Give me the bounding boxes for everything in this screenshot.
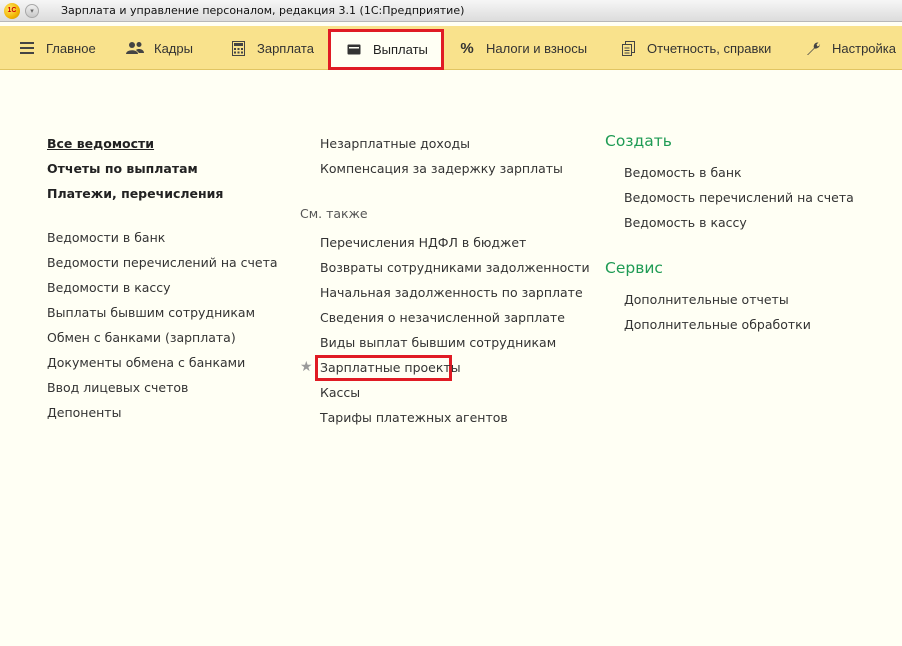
section-tab-main[interactable]: Главное [18,26,96,70]
section-tab-label: Налоги и взносы [486,40,588,56]
section-tab-label: Выплаты [373,42,428,57]
percent-icon: % [460,39,474,57]
section-tab-salary[interactable]: Зарплата [229,26,314,70]
mid-link-debt-returns[interactable]: Возвраты сотрудниками задолженности [320,260,590,275]
section-tab-label: Отчетность, справки [647,40,772,56]
create-section-title: Создать [605,132,672,150]
mid-link-salary-projects[interactable]: Зарплатные проекты [320,360,461,375]
hamburger-icon [18,39,36,57]
people-icon [126,39,144,57]
section-tab-taxes[interactable]: % Налоги и взносы [458,26,587,70]
see-also-label: См. также [300,206,368,221]
left-link-deponents[interactable]: Депоненты [47,405,121,420]
mid-link-agent-tariffs[interactable]: Тарифы платежных агентов [320,410,508,425]
payment-reports-link[interactable]: Отчеты по выплатам [47,161,198,176]
calculator-icon [229,39,247,57]
documents-icon [619,39,637,57]
mid-link-delay-compensation[interactable]: Компенсация за задержку зарплаты [320,161,563,176]
create-link-transfer-statement[interactable]: Ведомость перечислений на счета [624,190,854,205]
service-link-extra-processing[interactable]: Дополнительные обработки [624,317,811,332]
all-statements-link[interactable]: Все ведомости [47,136,154,151]
create-link-bank-statement[interactable]: Ведомость в банк [624,165,742,180]
wrench-icon [804,39,822,57]
mid-link-uncredited-salary[interactable]: Сведения о незачисленной зарплате [320,310,565,325]
payments-transfers-link[interactable]: Платежи, перечисления [47,186,223,201]
mid-link-cash-desks[interactable]: Кассы [320,385,360,400]
left-link-account-transfers[interactable]: Ведомости перечислений на счета [47,255,278,270]
window-title: Зарплата и управление персоналом, редакц… [61,4,465,17]
wallet-icon [345,44,363,55]
mid-link-nonsalary-income[interactable]: Незарплатные доходы [320,136,470,151]
favorite-star-icon[interactable]: ★ [300,358,313,375]
section-tab-label: Настройка [832,40,896,56]
mid-link-initial-debt[interactable]: Начальная задолженность по зарплате [320,285,583,300]
section-tab-label: Кадры [154,40,193,56]
left-link-cash-statements[interactable]: Ведомости в кассу [47,280,171,295]
title-bar: 1С ▾ Зарплата и управление персоналом, р… [0,0,902,22]
section-tab-payments[interactable]: Выплаты [328,29,444,70]
section-tab-hr[interactable]: Кадры [126,26,193,70]
left-link-former-employees[interactable]: Выплаты бывшим сотрудникам [47,305,255,320]
app-logo-text: 1С [7,7,17,14]
service-link-extra-reports[interactable]: Дополнительные отчеты [624,292,789,307]
mid-link-ndfl-transfers[interactable]: Перечисления НДФЛ в бюджет [320,235,526,250]
left-link-personal-accounts[interactable]: Ввод лицевых счетов [47,380,188,395]
section-tab-label: Главное [46,40,96,56]
mid-link-former-payment-types[interactable]: Виды выплат бывшим сотрудникам [320,335,556,350]
left-link-bank-exchange[interactable]: Обмен с банками (зарплата) [47,330,236,345]
left-link-bank-statements[interactable]: Ведомости в банк [47,230,165,245]
app-logo-icon[interactable]: 1С [4,2,20,19]
create-link-cash-statement[interactable]: Ведомость в кассу [624,215,747,230]
section-tab-settings[interactable]: Настройка [804,26,896,70]
service-section-title: Сервис [605,259,663,277]
section-tab-reports[interactable]: Отчетность, справки [619,26,771,70]
left-link-exchange-docs[interactable]: Документы обмена с банками [47,355,245,370]
sections-menubar: Главное Кадры Зарплата % Налоги и взносы… [0,26,902,70]
window-menu-button[interactable]: ▾ [25,3,39,18]
section-tab-label: Зарплата [257,40,314,56]
